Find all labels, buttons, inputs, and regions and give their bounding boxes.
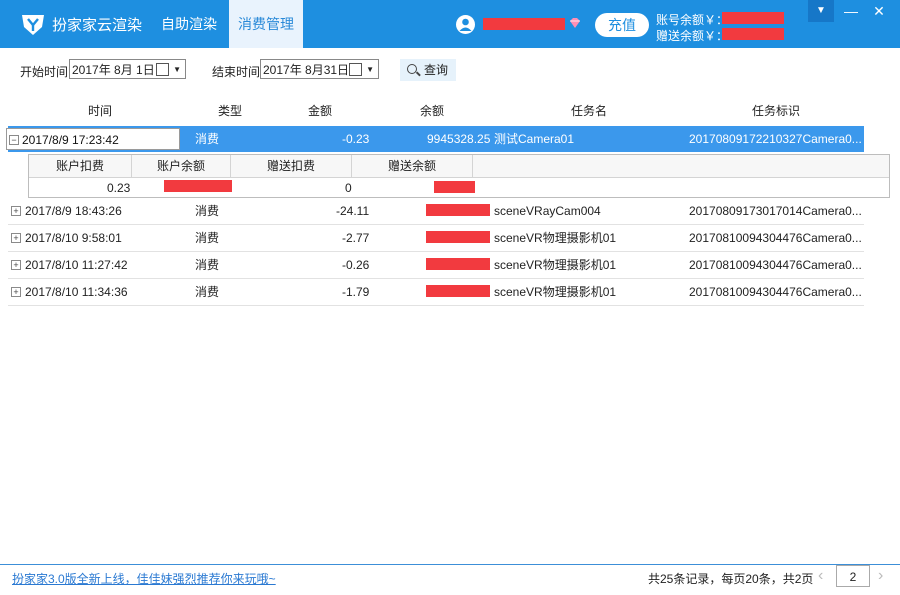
task-id-cell: 20170809173017014Camera0...	[689, 204, 862, 218]
detail-gift-balance-redacted	[434, 181, 475, 193]
column-header-task-id[interactable]: 任务标识	[752, 102, 800, 119]
detail-header: 账户扣费 账户余额 赠送扣费 赠送余额	[29, 155, 889, 178]
close-icon[interactable]: ✕	[866, 0, 892, 22]
minimize-icon[interactable]: —	[838, 0, 864, 22]
task-name-cell: sceneVRayCam004	[494, 204, 601, 218]
balance-redacted	[426, 285, 490, 297]
gift-balance-label: 赠送余额￥：	[656, 29, 729, 43]
task-id-cell: 20170810094304476Camera0...	[689, 231, 862, 245]
tab-self-render[interactable]: 自助渲染	[152, 0, 226, 48]
detail-subtable: 账户扣费 账户余额 赠送扣费 赠送余额 0.23 0	[28, 154, 890, 198]
time-value: 2017/8/9 17:23:42	[22, 133, 119, 147]
table-row[interactable]: + 2017/8/10 11:34:36 消费 -1.79 sceneVR物理摄…	[8, 279, 864, 306]
dropdown-menu-icon[interactable]: ▼	[808, 0, 834, 22]
column-header-type[interactable]: 类型	[218, 102, 242, 119]
app-name: 扮家家云渲染	[52, 17, 143, 34]
amount-cell: -1.79	[342, 285, 370, 299]
time-cell: 2017/8/9 18:43:26	[25, 204, 122, 218]
title-bar: 扮家家云渲染 自助渲染 消费管理 充值 账号余额￥： 赠送余额￥： ▼ — ✕	[0, 0, 900, 48]
type-cell: 消费	[195, 231, 220, 245]
task-name-cell: sceneVR物理摄影机01	[494, 285, 617, 299]
time-cell: 2017/8/10 11:27:42	[25, 258, 128, 272]
query-label: 查询	[424, 63, 449, 77]
time-cell: − 2017/8/9 17:23:42	[6, 128, 180, 150]
amount-cell: -0.23	[342, 132, 370, 146]
start-date-value: 2017年 8月 1日	[72, 63, 155, 77]
table-row[interactable]: + 2017/8/9 18:43:26 消费 -24.11 sceneVRayC…	[8, 198, 864, 225]
vip-gem-icon	[570, 18, 580, 28]
detail-gift-charge: 0	[345, 181, 352, 195]
column-header-task-name[interactable]: 任务名	[571, 102, 607, 119]
calendar-icon[interactable]	[156, 63, 169, 76]
footer-divider	[0, 564, 900, 565]
balance-redacted	[426, 204, 490, 216]
account-balance-redacted	[722, 12, 784, 24]
balance-redacted	[426, 231, 490, 243]
start-time-label: 开始时间	[20, 65, 69, 79]
chevron-down-icon[interactable]: ▼	[173, 60, 181, 80]
end-date-picker[interactable]: 2017年 8月31日 ▼	[260, 59, 379, 79]
column-header-balance[interactable]: 余额	[420, 102, 444, 119]
column-header-time[interactable]: 时间	[88, 102, 112, 119]
query-button[interactable]: 查询	[400, 59, 456, 81]
column-header-amount[interactable]: 金额	[308, 102, 332, 119]
account-balance-label: 账号余额￥：	[656, 13, 729, 27]
expand-icon[interactable]: +	[11, 206, 21, 216]
balance-cell: 9945328.25	[427, 132, 491, 146]
app-logo-icon	[22, 15, 44, 35]
table-row[interactable]: − 2017/8/9 17:23:42 消费 -0.23 9945328.25 …	[6, 126, 864, 152]
end-date-value: 2017年 8月31日	[263, 63, 350, 77]
type-cell: 消费	[195, 132, 220, 146]
promo-link[interactable]: 扮家家3.0版全新上线，佳佳妹强烈推荐你来玩哦~	[12, 570, 276, 587]
amount-cell: -0.26	[342, 258, 370, 272]
time-cell: 2017/8/10 9:58:01	[25, 231, 122, 245]
table-row[interactable]: + 2017/8/10 9:58:01 消费 -2.77 sceneVR物理摄影…	[8, 225, 864, 252]
detail-header-account-charge: 账户扣费	[29, 155, 132, 177]
user-avatar-icon[interactable]	[456, 15, 475, 34]
detail-header-account-balance: 账户余额	[132, 155, 231, 177]
detail-header-gift-balance: 赠送余额	[352, 155, 473, 177]
time-cell: 2017/8/10 11:34:36	[25, 285, 128, 299]
pagination-info: 共25条记录，每页20条，共2页	[648, 572, 814, 586]
calendar-icon[interactable]	[349, 63, 362, 76]
recharge-button[interactable]: 充值	[595, 13, 649, 37]
task-id-cell: 20170810094304476Camera0...	[689, 258, 862, 272]
expand-icon[interactable]: +	[11, 260, 21, 270]
type-cell: 消费	[195, 285, 220, 299]
task-name-cell: sceneVR物理摄影机01	[494, 231, 617, 245]
task-id-cell: 20170809172210327Camera0...	[689, 132, 862, 146]
page-number-input[interactable]: 2	[836, 565, 870, 587]
tab-consumption-management[interactable]: 消费管理	[229, 0, 303, 48]
search-icon	[407, 64, 417, 74]
expand-icon[interactable]: +	[11, 287, 21, 297]
task-id-cell: 20170810094304476Camera0...	[689, 285, 862, 299]
username-redacted	[483, 18, 565, 30]
amount-cell: -2.77	[342, 231, 370, 245]
prev-page-icon[interactable]: ‹	[818, 567, 823, 585]
type-cell: 消费	[195, 204, 220, 218]
next-page-icon[interactable]: ›	[878, 567, 883, 585]
detail-account-balance-redacted	[164, 180, 232, 192]
amount-cell: -24.11	[336, 204, 370, 218]
balance-redacted	[426, 258, 490, 270]
end-time-label: 结束时间	[212, 65, 261, 79]
type-cell: 消费	[195, 258, 220, 272]
detail-header-gift-charge: 赠送扣费	[231, 155, 352, 177]
table-row[interactable]: + 2017/8/10 11:27:42 消费 -0.26 sceneVR物理摄…	[8, 252, 864, 279]
chevron-down-icon[interactable]: ▼	[366, 60, 374, 80]
task-name-cell: sceneVR物理摄影机01	[494, 258, 617, 272]
start-date-picker[interactable]: 2017年 8月 1日 ▼	[69, 59, 186, 79]
task-name-cell: 测试Camera01	[494, 132, 575, 146]
expand-icon[interactable]: +	[11, 233, 21, 243]
gift-balance-redacted	[722, 28, 784, 40]
collapse-icon[interactable]: −	[9, 135, 19, 145]
detail-account-charge: 0.23	[107, 181, 131, 195]
